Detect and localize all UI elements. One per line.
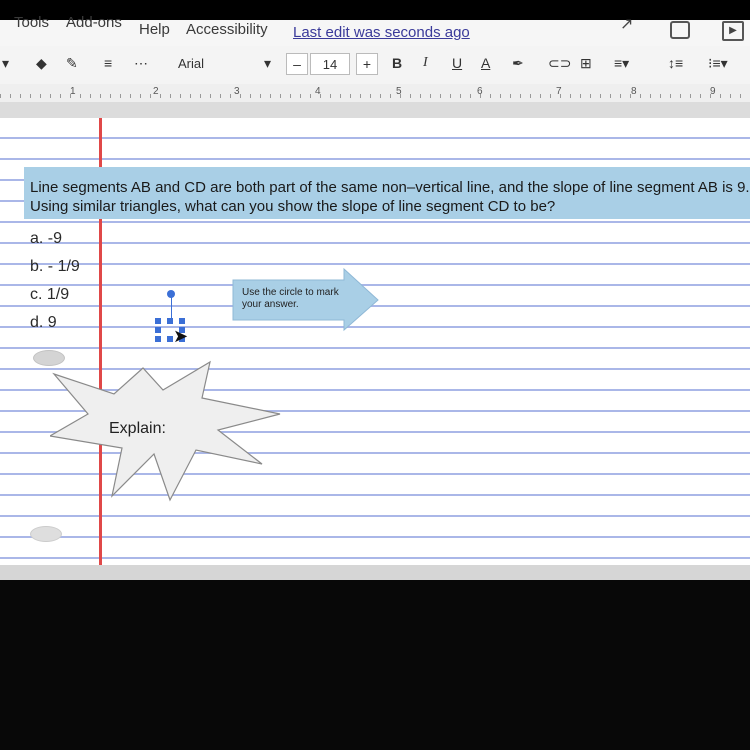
menu-accessibility[interactable]: Accessibility: [186, 21, 268, 38]
numbered-list-icon[interactable]: ⁝≡▾: [708, 55, 728, 72]
bottom-bezel: [0, 580, 750, 750]
ruler-number: 6: [477, 86, 483, 97]
line-spacing-icon[interactable]: ↕≡: [668, 55, 683, 71]
page-gap: [0, 102, 750, 118]
toolbar: ▾ ◆ ✎ ≡ ⋯ Arial ▾ – 14 + B I U A ✒ ⊂⊃ ⊞ …: [0, 46, 750, 85]
rotate-handle-line: [171, 294, 172, 318]
font-dropdown-icon[interactable]: ▾: [264, 55, 271, 72]
underline-button[interactable]: U: [452, 55, 462, 71]
present-icon[interactable]: ▶: [722, 21, 744, 41]
ruler-number: 1: [70, 86, 76, 97]
dashes-icon[interactable]: ⋯: [134, 55, 148, 72]
ruler-ticks: [0, 94, 750, 98]
lines-icon[interactable]: ≡: [104, 55, 112, 71]
explain-label[interactable]: Explain:: [109, 420, 166, 438]
question-text: Line segments AB and CD are both part of…: [30, 179, 750, 215]
menu-help[interactable]: Help: [139, 21, 170, 38]
trend-icon[interactable]: ↗: [620, 14, 634, 33]
option-d[interactable]: d. 9: [30, 314, 57, 332]
increase-font-button[interactable]: +: [356, 53, 378, 75]
ruler-number: 4: [315, 86, 321, 97]
ruler-number: 5: [396, 86, 402, 97]
ruler[interactable]: 1 2 3 4 5 6 7 8 9: [0, 84, 750, 103]
comment-icon[interactable]: [670, 21, 690, 39]
mouse-cursor-icon: ➤: [173, 326, 189, 346]
chevron-down-icon[interactable]: ▾: [2, 55, 9, 72]
last-edit-link[interactable]: Last edit was seconds ago: [293, 24, 470, 41]
ruler-number: 7: [556, 86, 562, 97]
pen-icon[interactable]: ✎: [66, 55, 78, 72]
menu-addons[interactable]: Add-ons: [66, 14, 122, 31]
text-color-button[interactable]: A: [481, 55, 490, 71]
screen: Tools Add-ons Help Accessibility Last ed…: [0, 0, 750, 750]
option-c[interactable]: c. 1/9: [30, 286, 69, 304]
explain-burst-shape[interactable]: [50, 360, 290, 505]
menu-bar: Tools Add-ons Help Accessibility Last ed…: [0, 14, 750, 46]
highlight-icon[interactable]: ✒: [512, 55, 524, 72]
option-b[interactable]: b. - 1/9: [30, 258, 80, 276]
ruler-number: 8: [631, 86, 637, 97]
align-icon[interactable]: ≡▾: [614, 55, 629, 72]
italic-button[interactable]: I: [423, 55, 428, 71]
bold-button[interactable]: B: [392, 55, 402, 71]
arrow-callout-text: Use the circle to mark your answer.: [242, 287, 339, 310]
font-size-field[interactable]: 14: [310, 53, 350, 75]
decrease-font-button[interactable]: –: [286, 53, 308, 75]
menu-tools[interactable]: Tools: [14, 14, 49, 31]
ruler-number: 3: [234, 86, 240, 97]
option-a[interactable]: a. -9: [30, 230, 62, 248]
font-select[interactable]: Arial: [178, 56, 204, 71]
ruler-number: 2: [153, 86, 159, 97]
link-icon[interactable]: ⊂⊃: [548, 55, 571, 72]
answer-circle-marker-2[interactable]: [30, 526, 62, 542]
ruler-number: 9: [710, 86, 716, 97]
paint-format-icon[interactable]: ◆: [36, 55, 47, 72]
insert-comment-icon[interactable]: ⊞: [580, 55, 592, 72]
